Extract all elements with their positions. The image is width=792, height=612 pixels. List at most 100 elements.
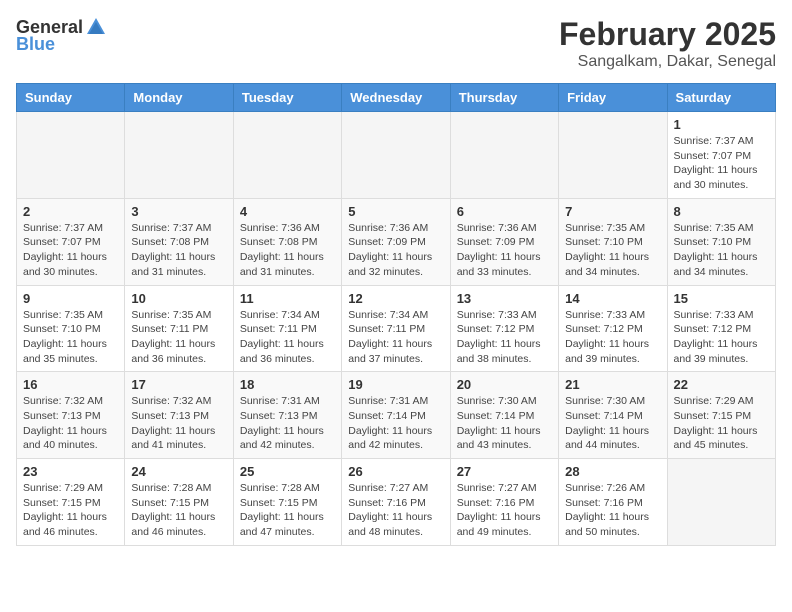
day-number: 8 — [674, 204, 769, 219]
calendar-cell: 15 Sunrise: 7:33 AMSunset: 7:12 PMDayligh… — [667, 285, 775, 372]
calendar-cell: 11 Sunrise: 7:34 AMSunset: 7:11 PMDayligh… — [233, 285, 341, 372]
calendar-header-wednesday: Wednesday — [342, 84, 450, 112]
day-info: Sunrise: 7:35 AMSunset: 7:10 PMDaylight:… — [674, 221, 769, 280]
calendar-cell: 25 Sunrise: 7:28 AMSunset: 7:15 PMDayligh… — [233, 459, 341, 546]
month-title: February 2025 — [559, 16, 776, 53]
day-number: 3 — [131, 204, 226, 219]
day-number: 19 — [348, 377, 443, 392]
day-number: 1 — [674, 117, 769, 132]
day-info: Sunrise: 7:36 AMSunset: 7:09 PMDaylight:… — [348, 221, 443, 280]
calendar-cell: 16Sunrise: 7:32 AMSunset: 7:13 PMDayligh… — [17, 372, 125, 459]
calendar-week-2: 9 Sunrise: 7:35 AMSunset: 7:10 PMDaylight… — [17, 285, 776, 372]
calendar-cell: 27 Sunrise: 7:27 AMSunset: 7:16 PMDayligh… — [450, 459, 558, 546]
calendar-cell: 28 Sunrise: 7:26 AMSunset: 7:16 PMDayligh… — [559, 459, 667, 546]
calendar-cell — [342, 112, 450, 199]
day-info: Sunrise: 7:27 AMSunset: 7:16 PMDaylight:… — [457, 481, 552, 540]
day-number: 5 — [348, 204, 443, 219]
calendar-header-thursday: Thursday — [450, 84, 558, 112]
calendar-cell: 12Sunrise: 7:34 AMSunset: 7:11 PMDayligh… — [342, 285, 450, 372]
logo-icon — [85, 16, 107, 38]
calendar-body: 1 Sunrise: 7:37 AMSunset: 7:07 PMDaylight… — [17, 112, 776, 546]
day-info: Sunrise: 7:31 AMSunset: 7:14 PMDaylight:… — [348, 394, 443, 453]
day-number: 2 — [23, 204, 118, 219]
day-info: Sunrise: 7:30 AMSunset: 7:14 PMDaylight:… — [565, 394, 660, 453]
day-number: 22 — [674, 377, 769, 392]
calendar-cell — [559, 112, 667, 199]
day-info: Sunrise: 7:37 AMSunset: 7:07 PMDaylight:… — [23, 221, 118, 280]
page-header: General Blue February 2025 Sangalkam, Da… — [16, 16, 776, 71]
calendar-cell: 4 Sunrise: 7:36 AMSunset: 7:08 PMDaylight… — [233, 198, 341, 285]
day-info: Sunrise: 7:26 AMSunset: 7:16 PMDaylight:… — [565, 481, 660, 540]
calendar-cell: 5 Sunrise: 7:36 AMSunset: 7:09 PMDaylight… — [342, 198, 450, 285]
calendar-cell: 23 Sunrise: 7:29 AMSunset: 7:15 PMDayligh… — [17, 459, 125, 546]
day-info: Sunrise: 7:32 AMSunset: 7:13 PMDaylight:… — [23, 394, 118, 453]
day-info: Sunrise: 7:28 AMSunset: 7:15 PMDaylight:… — [240, 481, 335, 540]
day-info: Sunrise: 7:33 AMSunset: 7:12 PMDaylight:… — [457, 308, 552, 367]
day-info: Sunrise: 7:29 AMSunset: 7:15 PMDaylight:… — [23, 481, 118, 540]
day-info: Sunrise: 7:33 AMSunset: 7:12 PMDaylight:… — [565, 308, 660, 367]
calendar-cell: 21 Sunrise: 7:30 AMSunset: 7:14 PMDayligh… — [559, 372, 667, 459]
day-info: Sunrise: 7:35 AMSunset: 7:10 PMDaylight:… — [565, 221, 660, 280]
day-number: 6 — [457, 204, 552, 219]
day-number: 28 — [565, 464, 660, 479]
day-number: 4 — [240, 204, 335, 219]
day-number: 9 — [23, 291, 118, 306]
day-info: Sunrise: 7:31 AMSunset: 7:13 PMDaylight:… — [240, 394, 335, 453]
calendar-cell — [667, 459, 775, 546]
day-info: Sunrise: 7:32 AMSunset: 7:13 PMDaylight:… — [131, 394, 226, 453]
day-info: Sunrise: 7:27 AMSunset: 7:16 PMDaylight:… — [348, 481, 443, 540]
calendar-cell: 20 Sunrise: 7:30 AMSunset: 7:14 PMDayligh… — [450, 372, 558, 459]
calendar-cell: 18Sunrise: 7:31 AMSunset: 7:13 PMDayligh… — [233, 372, 341, 459]
day-info: Sunrise: 7:34 AMSunset: 7:11 PMDaylight:… — [240, 308, 335, 367]
day-info: Sunrise: 7:30 AMSunset: 7:14 PMDaylight:… — [457, 394, 552, 453]
calendar-header-friday: Friday — [559, 84, 667, 112]
logo: General Blue — [16, 16, 109, 55]
day-number: 27 — [457, 464, 552, 479]
calendar-cell: 17Sunrise: 7:32 AMSunset: 7:13 PMDayligh… — [125, 372, 233, 459]
day-number: 24 — [131, 464, 226, 479]
calendar-table: SundayMondayTuesdayWednesdayThursdayFrid… — [16, 83, 776, 546]
calendar-cell: 9 Sunrise: 7:35 AMSunset: 7:10 PMDaylight… — [17, 285, 125, 372]
calendar-cell: 6 Sunrise: 7:36 AMSunset: 7:09 PMDaylight… — [450, 198, 558, 285]
day-number: 25 — [240, 464, 335, 479]
day-number: 13 — [457, 291, 552, 306]
logo-blue-text: Blue — [16, 34, 55, 55]
calendar-cell: 8 Sunrise: 7:35 AMSunset: 7:10 PMDaylight… — [667, 198, 775, 285]
calendar-header-row: SundayMondayTuesdayWednesdayThursdayFrid… — [17, 84, 776, 112]
day-number: 23 — [23, 464, 118, 479]
calendar-week-3: 16Sunrise: 7:32 AMSunset: 7:13 PMDayligh… — [17, 372, 776, 459]
day-number: 7 — [565, 204, 660, 219]
day-info: Sunrise: 7:37 AMSunset: 7:07 PMDaylight:… — [674, 134, 769, 193]
day-info: Sunrise: 7:28 AMSunset: 7:15 PMDaylight:… — [131, 481, 226, 540]
day-number: 10 — [131, 291, 226, 306]
day-number: 15 — [674, 291, 769, 306]
day-number: 20 — [457, 377, 552, 392]
calendar-cell — [450, 112, 558, 199]
calendar-week-1: 2 Sunrise: 7:37 AMSunset: 7:07 PMDaylight… — [17, 198, 776, 285]
title-area: February 2025 Sangalkam, Dakar, Senegal — [559, 16, 776, 71]
calendar-cell — [125, 112, 233, 199]
calendar-cell — [233, 112, 341, 199]
day-info: Sunrise: 7:35 AMSunset: 7:11 PMDaylight:… — [131, 308, 226, 367]
day-info: Sunrise: 7:33 AMSunset: 7:12 PMDaylight:… — [674, 308, 769, 367]
calendar-cell: 7 Sunrise: 7:35 AMSunset: 7:10 PMDaylight… — [559, 198, 667, 285]
calendar-cell: 19 Sunrise: 7:31 AMSunset: 7:14 PMDayligh… — [342, 372, 450, 459]
day-info: Sunrise: 7:35 AMSunset: 7:10 PMDaylight:… — [23, 308, 118, 367]
calendar-cell: 1 Sunrise: 7:37 AMSunset: 7:07 PMDaylight… — [667, 112, 775, 199]
day-number: 26 — [348, 464, 443, 479]
calendar-cell: 26 Sunrise: 7:27 AMSunset: 7:16 PMDayligh… — [342, 459, 450, 546]
day-info: Sunrise: 7:36 AMSunset: 7:08 PMDaylight:… — [240, 221, 335, 280]
day-info: Sunrise: 7:29 AMSunset: 7:15 PMDaylight:… — [674, 394, 769, 453]
location-title: Sangalkam, Dakar, Senegal — [559, 53, 776, 71]
day-info: Sunrise: 7:36 AMSunset: 7:09 PMDaylight:… — [457, 221, 552, 280]
day-number: 11 — [240, 291, 335, 306]
calendar-cell — [17, 112, 125, 199]
day-info: Sunrise: 7:37 AMSunset: 7:08 PMDaylight:… — [131, 221, 226, 280]
calendar-cell: 13 Sunrise: 7:33 AMSunset: 7:12 PMDayligh… — [450, 285, 558, 372]
day-number: 21 — [565, 377, 660, 392]
calendar-cell: 14Sunrise: 7:33 AMSunset: 7:12 PMDayligh… — [559, 285, 667, 372]
calendar-week-0: 1 Sunrise: 7:37 AMSunset: 7:07 PMDaylight… — [17, 112, 776, 199]
calendar-header-saturday: Saturday — [667, 84, 775, 112]
calendar-cell: 10 Sunrise: 7:35 AMSunset: 7:11 PMDayligh… — [125, 285, 233, 372]
calendar-header-sunday: Sunday — [17, 84, 125, 112]
